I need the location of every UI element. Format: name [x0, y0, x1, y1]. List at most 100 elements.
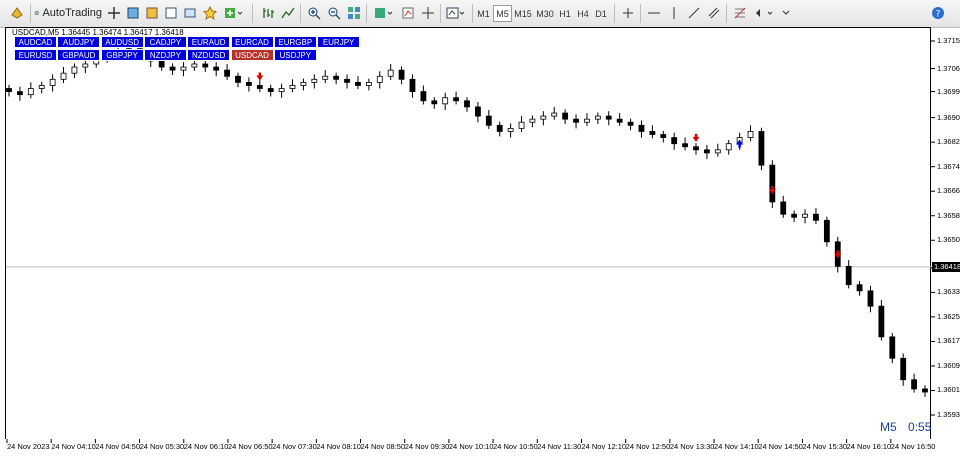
bear-candle: [704, 149, 710, 154]
bear-candle: [758, 131, 765, 166]
bear-candle: [922, 388, 928, 393]
symbol-button-cadjpy[interactable]: CADJPY: [143, 36, 187, 48]
bear-candle: [485, 115, 492, 126]
symbol-button-gbpjpy[interactable]: GBPJPY: [100, 49, 144, 61]
bear-candle: [213, 66, 220, 71]
time-tick-label: 24 Nov 04:10: [51, 442, 96, 451]
time-tick-label: 24 Nov 16:10: [846, 442, 892, 451]
time-tick-label: 24 Nov 07:30: [272, 442, 317, 451]
symbol-button-usdcad[interactable]: USDCAD: [230, 49, 274, 61]
time-axis: 24 Nov 2023 24 Nov 04:10 24 Nov 04:50 24 No…: [0, 439, 960, 457]
symbol-button-gbpaud[interactable]: GBPAUD: [57, 49, 101, 61]
time-tick-label: 24 Nov 12:50: [625, 442, 671, 451]
bear-candle: [475, 106, 481, 117]
bear-candle: [573, 118, 579, 123]
bear-candle: [627, 121, 634, 126]
time-tick-label: 24 Nov 16:50: [890, 442, 936, 451]
bear-candle: [453, 97, 459, 102]
bull-candle: [49, 78, 56, 86]
signal-layer: [256, 72, 842, 259]
bear-candle: [409, 78, 416, 92]
bull-candle: [529, 118, 536, 123]
bear-candle: [867, 290, 874, 307]
bear-candle: [562, 112, 569, 120]
bear-candle: [889, 336, 896, 359]
bear-candle: [333, 75, 340, 80]
bear-candle: [638, 124, 645, 132]
timeframe-countdown: M5 0:55: [880, 420, 931, 434]
symbol-button-eurjpy[interactable]: EURJPY: [317, 36, 361, 48]
bull-candle: [802, 213, 808, 218]
bear-candle: [202, 63, 209, 68]
bull-candle: [365, 81, 372, 86]
price-tick-label: 1.36335: [937, 287, 960, 297]
price-tick-label: 1.36015: [937, 385, 960, 395]
price-tick-label: 1.36990: [937, 86, 960, 96]
bear-candle: [693, 146, 699, 151]
bull-candle: [442, 97, 449, 105]
time-tick-label: 24 Nov 15:30: [802, 442, 848, 451]
symbol-button-audcad[interactable]: AUDCAD: [14, 36, 57, 48]
price-tick-label: 1.36745: [937, 161, 960, 171]
bull-candle: [725, 143, 732, 151]
bear-candle: [671, 137, 678, 145]
bull-candle: [289, 85, 296, 89]
bull-candle: [507, 127, 514, 132]
time-tick-label: 24 Nov 09:30: [404, 442, 450, 451]
time-tick-label: 24 Nov 04:50: [95, 442, 140, 451]
bull-candle: [584, 118, 590, 123]
bull-candle: [300, 81, 307, 86]
bear-candle: [813, 213, 819, 221]
bear-candle: [6, 88, 12, 92]
price-tick-label: 1.36175: [937, 336, 960, 346]
time-tick-label: 24 Nov 13:30: [669, 442, 715, 451]
price-tick-label: 1.37065: [937, 63, 960, 73]
bull-candle: [387, 69, 394, 77]
price-tick-label: 1.36255: [937, 311, 960, 321]
symbol-button-eurcad[interactable]: EURCAD: [230, 36, 274, 48]
bull-candle: [191, 63, 198, 68]
bull-candle: [38, 85, 45, 89]
symbol-button-euraud[interactable]: EURAUD: [187, 36, 231, 48]
bear-candle: [769, 164, 776, 203]
price-tick-label: 1.36825: [937, 137, 960, 147]
sell-arrow-icon: [692, 133, 700, 142]
bear-candle: [605, 115, 612, 120]
time-tick-label: 24 Nov 05:30: [139, 442, 185, 451]
price-tick-label: 1.36505: [937, 235, 960, 245]
bear-candle: [496, 124, 503, 132]
symbol-button-nzdjpy[interactable]: NZDJPY: [143, 49, 187, 61]
bear-candle: [823, 219, 830, 243]
time-tick-label: 24 Nov 06:50: [227, 442, 273, 451]
time-tick-label: 24 Nov 10:10: [448, 442, 494, 451]
timeframe-badge: M5: [880, 420, 897, 434]
bull-candle: [311, 78, 318, 83]
bull-candle: [518, 121, 525, 129]
bull-candle: [60, 72, 67, 80]
symbol-button-usdjpy[interactable]: USDJPY: [273, 49, 317, 61]
bull-candle: [376, 75, 383, 83]
symbol-button-eurusd[interactable]: EURUSD: [14, 49, 57, 61]
bear-candle: [169, 66, 176, 71]
bear-candle: [660, 134, 667, 138]
time-tick-label: 24 Nov 2023: [7, 442, 50, 451]
time-tick-label: 24 Nov 14:50: [758, 442, 803, 451]
bear-candle: [246, 81, 252, 86]
time-tick-label: 24 Nov 08:10: [316, 442, 361, 451]
bear-candle: [682, 143, 688, 148]
bull-candle: [551, 112, 558, 117]
bear-candle: [267, 88, 274, 92]
symbol-button-audjpy[interactable]: AUDJPY: [57, 36, 101, 48]
time-tick-label: 24 Nov 10:50: [493, 442, 538, 451]
sell-arrow-icon: [256, 72, 264, 81]
time-tick-label: 24 Nov 14:10: [714, 442, 759, 451]
bear-candle: [224, 69, 230, 77]
candlestick-chart: [6, 40, 935, 443]
symbol-button-nzdusd[interactable]: NZDUSD: [187, 49, 231, 61]
bull-candle: [540, 115, 547, 120]
symbol-button-eurgbp[interactable]: EURGBP: [273, 36, 317, 48]
time-tick-label: 24 Nov 06:10: [183, 442, 229, 451]
bear-candle: [911, 379, 917, 390]
symbol-button-audusd[interactable]: AUDUSD: [100, 36, 144, 48]
bear-candle: [878, 305, 885, 338]
